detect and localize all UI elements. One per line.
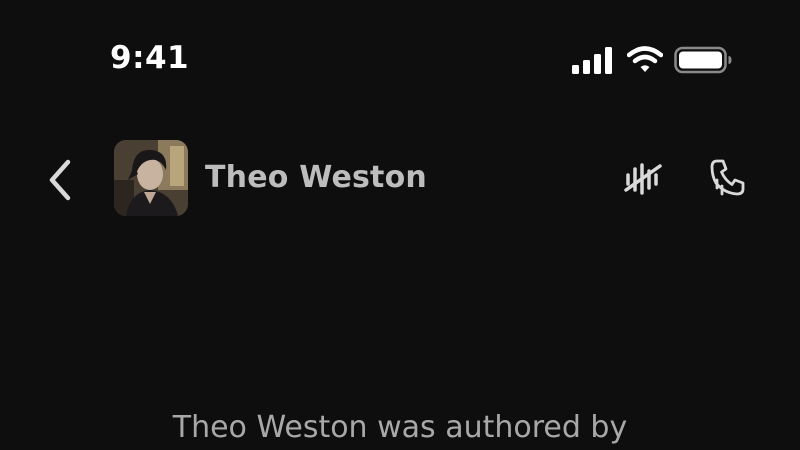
back-button[interactable] [38,152,82,208]
contact-avatar[interactable] [114,140,188,216]
status-bar: 9:41 [0,0,800,110]
chat-header: Theo Weston [0,130,800,230]
voice-off-icon [624,163,662,195]
call-button[interactable] [704,154,752,202]
phone-call-icon [710,159,745,196]
status-time: 9:41 [110,40,190,76]
status-icons [572,44,732,76]
battery-icon [674,46,732,74]
voice-off-button[interactable] [620,154,668,202]
chat-screen: 9:41 Theo Weston Theo Weston was authore… [0,0,800,450]
avatar-portrait-image [114,140,188,216]
contact-name[interactable]: Theo Weston [205,160,427,195]
chevron-left-icon [49,159,71,201]
cellular-signal-icon [572,47,612,74]
wifi-icon [627,46,663,72]
author-note: Theo Weston was authored by [172,410,628,445]
